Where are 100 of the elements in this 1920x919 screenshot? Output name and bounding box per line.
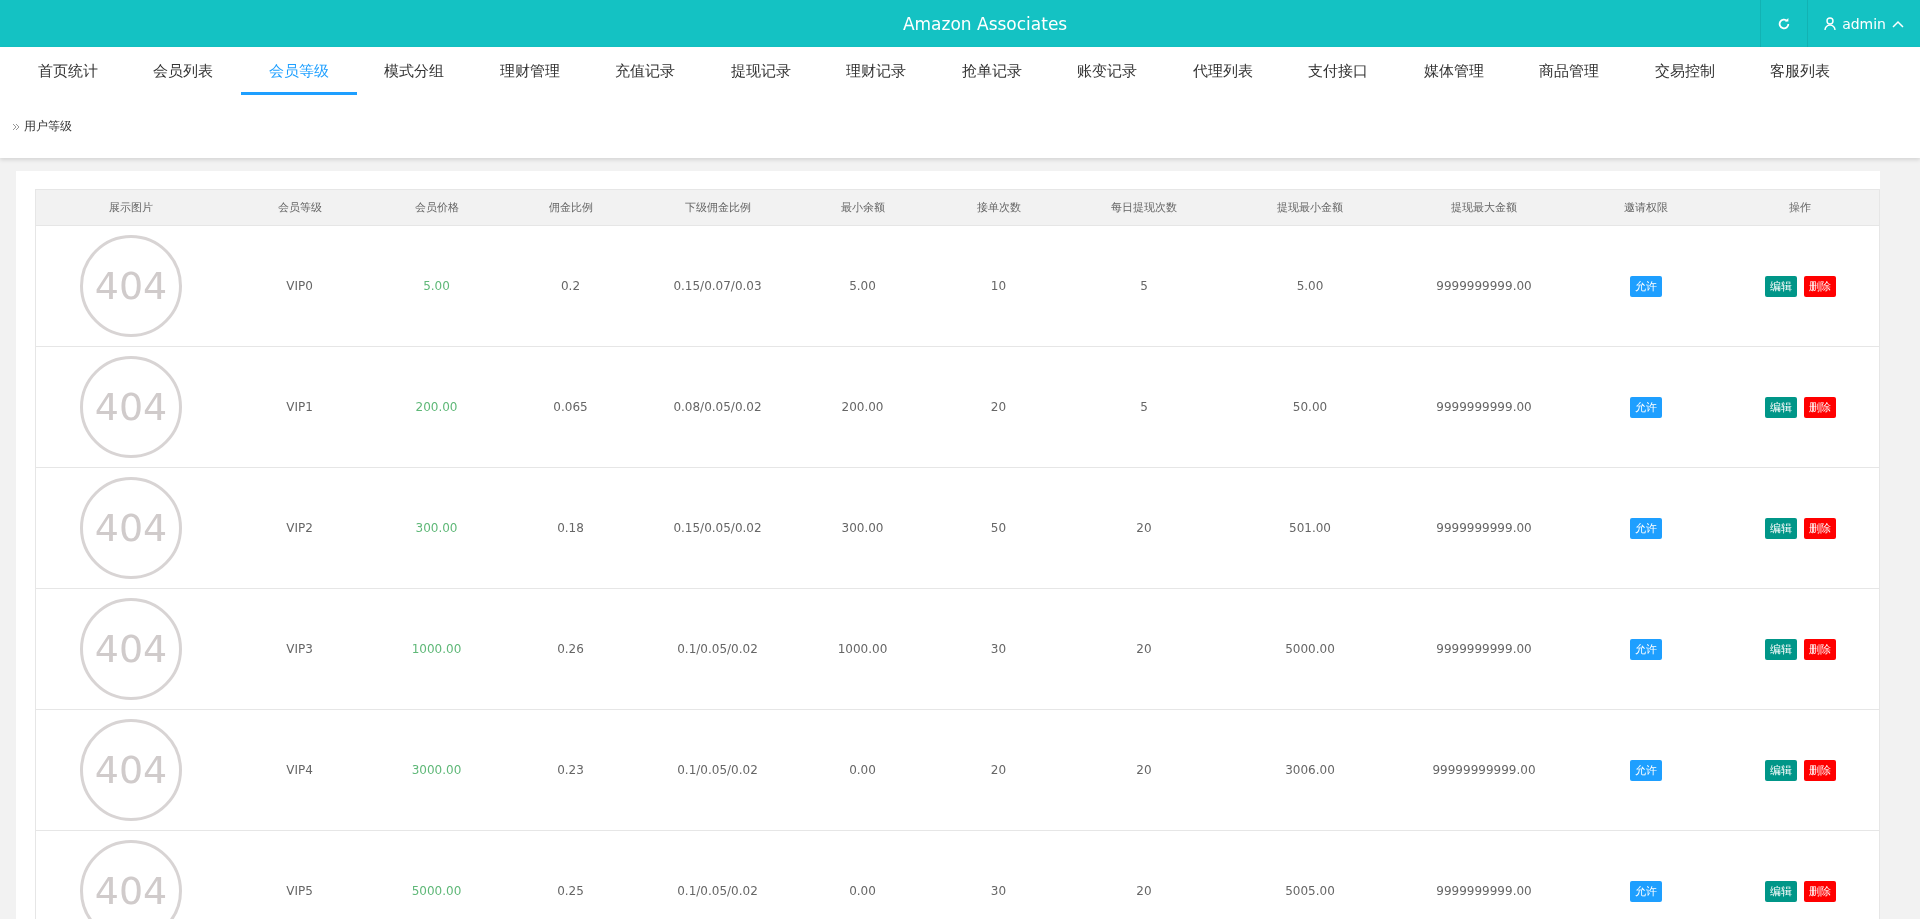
table-cell: 300.00 <box>415 521 458 535</box>
table-cell: 0.1/0.05/0.02 <box>677 763 758 777</box>
edit-button[interactable]: 编辑 <box>1764 759 1797 781</box>
nav-tab[interactable]: 提现记录 <box>703 47 819 95</box>
table-cell: 20 <box>1136 763 1152 777</box>
table-cell: 0.1/0.05/0.02 <box>677 642 758 656</box>
table-cell: 20 <box>1136 884 1152 898</box>
table-cell: VIP5 <box>286 884 313 898</box>
column-header: 提现最小金额 <box>1276 200 1344 216</box>
column-header: 会员价格 <box>413 200 460 216</box>
edit-button[interactable]: 编辑 <box>1764 517 1797 539</box>
column-header: 佣金比例 <box>547 200 594 216</box>
column-header: 邀请权限 <box>1622 200 1669 216</box>
caret-icon <box>1892 19 1904 28</box>
refresh-icon <box>1777 16 1792 31</box>
nav-tab[interactable]: 账变记录 <box>1049 47 1165 95</box>
delete-button[interactable]: 删除 <box>1803 517 1836 539</box>
nav-tab[interactable]: 模式分组 <box>356 47 472 95</box>
table-cell: 0.18 <box>557 521 584 535</box>
table-cell: 300.00 <box>841 521 884 535</box>
nav-tab[interactable]: 交易控制 <box>1627 47 1743 95</box>
invite-badge[interactable]: 允许 <box>1629 759 1662 781</box>
table-cell: 0.26 <box>557 642 584 656</box>
table-cell: 50.00 <box>1292 400 1328 414</box>
table-cell: 200.00 <box>415 400 458 414</box>
invite-badge[interactable]: 允许 <box>1629 517 1662 539</box>
table-cell: 0.00 <box>849 884 876 898</box>
table-cell: 0.00 <box>849 763 876 777</box>
table-cell: 1000.00 <box>411 642 462 656</box>
table-cell: 50 <box>990 521 1007 535</box>
nav-tab[interactable]: 抢单记录 <box>934 47 1050 95</box>
table-cell: 9999999999.00 <box>1436 279 1532 293</box>
table-cell: 30 <box>990 884 1007 898</box>
app-title: Amazon Associates <box>901 12 1069 36</box>
nav-tab[interactable]: 理财记录 <box>818 47 934 95</box>
table-cell: 3000.00 <box>411 763 462 777</box>
table-cell: 0.1/0.05/0.02 <box>677 884 758 898</box>
table-cell: 200.00 <box>841 400 884 414</box>
table-cell: 0.065 <box>553 400 588 414</box>
table-cell: 0.25 <box>557 884 584 898</box>
table-cell: VIP2 <box>286 521 313 535</box>
double-chevron-icon <box>12 122 20 131</box>
table-cell: VIP4 <box>286 763 313 777</box>
edit-button[interactable]: 编辑 <box>1764 638 1797 660</box>
column-header: 每日提现次数 <box>1110 200 1178 216</box>
nav-tab[interactable]: 代理列表 <box>1165 47 1281 95</box>
table-cell: 0.08/0.05/0.02 <box>673 400 762 414</box>
table-cell: 5000.00 <box>1285 642 1335 656</box>
delete-button[interactable]: 删除 <box>1803 638 1836 660</box>
delete-button[interactable]: 删除 <box>1803 396 1836 418</box>
nav-tab[interactable]: 商品管理 <box>1511 47 1627 95</box>
column-header: 下级佣金比例 <box>683 200 752 216</box>
table-cell: 0.23 <box>557 763 584 777</box>
table-cell: 9999999999.00 <box>1436 400 1532 414</box>
nav-tab[interactable]: 首页统计 <box>10 47 126 95</box>
invite-badge[interactable]: 允许 <box>1629 880 1662 902</box>
nav-tab[interactable]: 媒体管理 <box>1396 47 1512 95</box>
table-cell: VIP0 <box>286 279 313 293</box>
breadcrumb: 用户等级 <box>24 118 72 135</box>
table-cell: 0.15/0.07/0.03 <box>673 279 762 293</box>
table-cell: 5 <box>1140 279 1148 293</box>
invite-badge[interactable]: 允许 <box>1629 275 1662 297</box>
column-header: 操作 <box>1788 200 1812 216</box>
nav-tab[interactable]: 支付接口 <box>1280 47 1396 95</box>
delete-button[interactable]: 删除 <box>1803 275 1836 297</box>
table-cell: 20 <box>990 400 1007 414</box>
edit-button[interactable]: 编辑 <box>1764 880 1797 902</box>
table-cell: 0.15/0.05/0.02 <box>673 521 762 535</box>
table-cell: 9999999999.00 <box>1436 521 1532 535</box>
table-cell: 9999999999.00 <box>1436 642 1532 656</box>
column-header: 最小余额 <box>839 200 886 216</box>
table-cell: 1000.00 <box>837 642 888 656</box>
edit-button[interactable]: 编辑 <box>1764 275 1797 297</box>
nav-tab[interactable]: 会员列表 <box>125 47 241 95</box>
table-cell: 20 <box>1136 642 1152 656</box>
table-cell: 5.00 <box>849 279 876 293</box>
table-cell: 5 <box>1140 400 1148 414</box>
table-cell: 10 <box>990 279 1007 293</box>
table-cell: VIP1 <box>286 400 313 414</box>
nav-tab[interactable]: 客服列表 <box>1742 47 1858 95</box>
column-header: 提现最大金额 <box>1450 200 1518 216</box>
delete-button[interactable]: 删除 <box>1803 759 1836 781</box>
invite-badge[interactable]: 允许 <box>1629 396 1662 418</box>
delete-button[interactable]: 删除 <box>1803 880 1836 902</box>
nav-tab[interactable]: 充值记录 <box>587 47 703 95</box>
invite-badge[interactable]: 允许 <box>1629 638 1662 660</box>
column-header: 展示图片 <box>108 200 154 216</box>
user-icon <box>1824 16 1837 31</box>
table-cell: 20 <box>990 763 1007 777</box>
table-cell: 20 <box>1136 521 1152 535</box>
nav-tab[interactable]: 理财管理 <box>472 47 588 95</box>
nav-tab[interactable]: 会员等级 <box>241 47 357 95</box>
table-cell: 5000.00 <box>411 884 462 898</box>
table-cell: 99999999999.00 <box>1432 763 1536 777</box>
table-cell: 5.00 <box>1296 279 1324 293</box>
column-header: 会员等级 <box>276 200 323 216</box>
table-cell: 30 <box>990 642 1007 656</box>
column-header: 接单次数 <box>975 200 1022 216</box>
edit-button[interactable]: 编辑 <box>1764 396 1797 418</box>
table-cell: 9999999999.00 <box>1436 884 1532 898</box>
